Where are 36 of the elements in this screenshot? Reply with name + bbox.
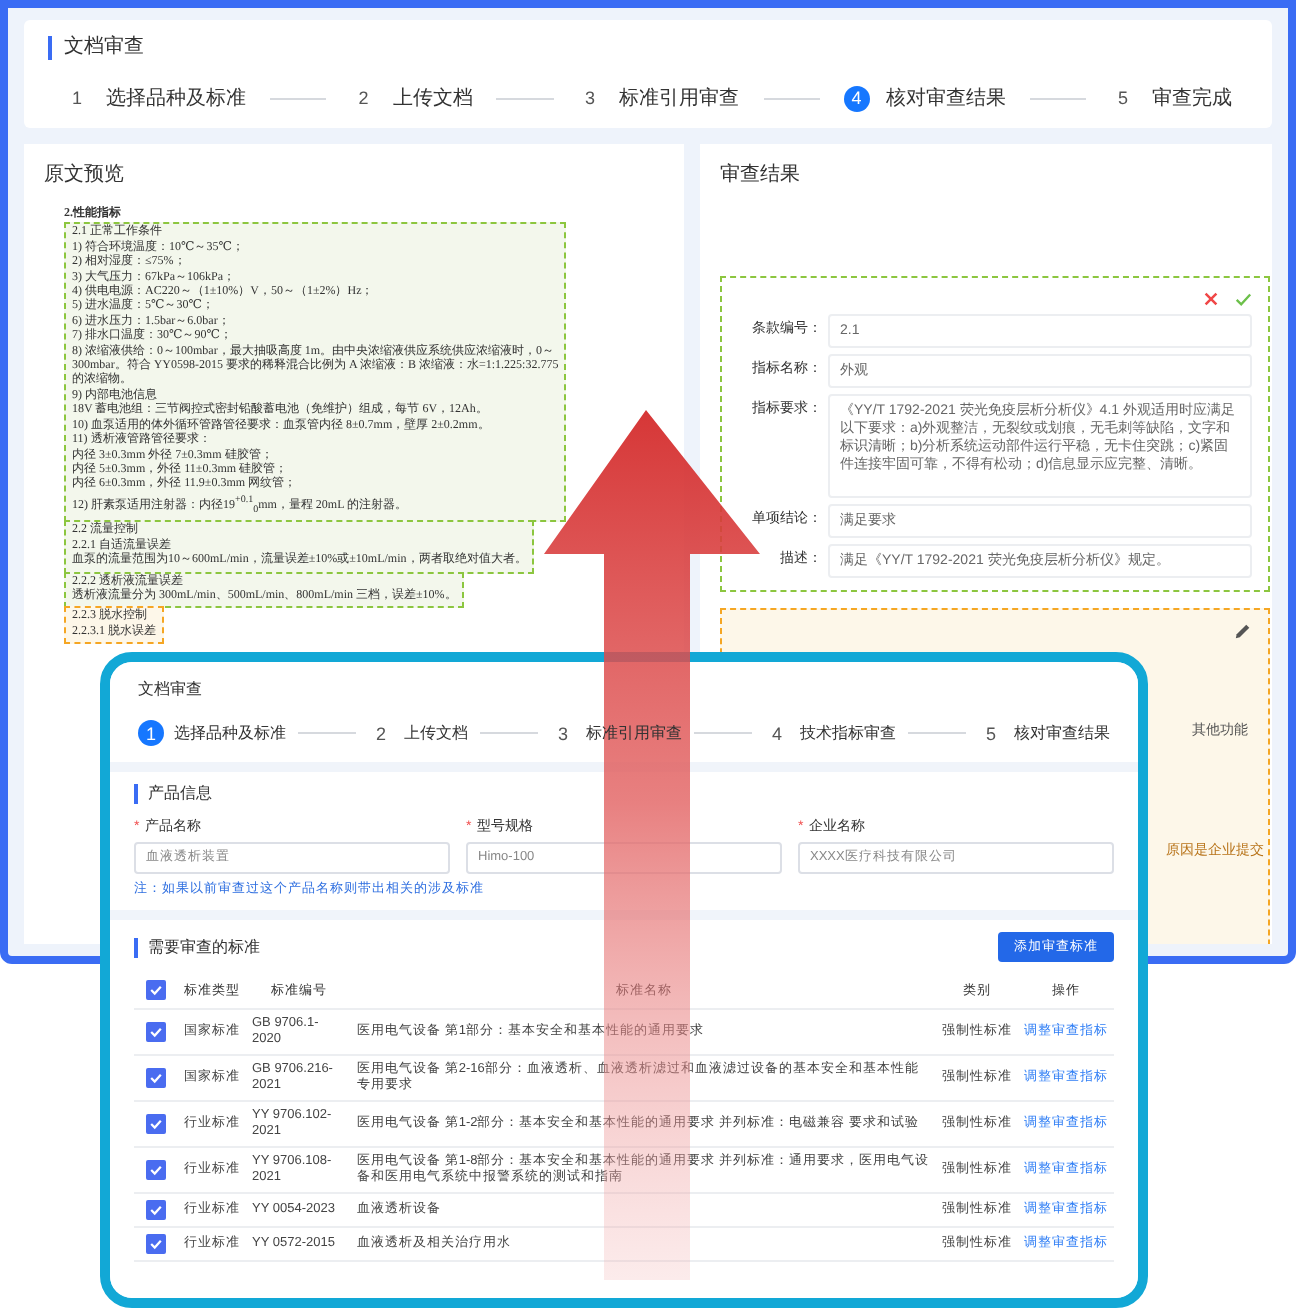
step-item[interactable]: 1 选择品种及标准	[138, 720, 286, 746]
step-item[interactable]: 2 上传文档	[368, 720, 468, 746]
step-label: 核对审查结果	[885, 85, 1006, 112]
check-icon[interactable]	[1234, 290, 1252, 308]
step-item[interactable]: 4 技术指标审查	[764, 720, 896, 746]
page-title: 文档审查	[138, 678, 204, 700]
panel-title: 原文预览	[44, 161, 126, 188]
page-title: 文档审查	[48, 36, 1248, 60]
step-label: 技术指标审查	[800, 722, 896, 744]
checkbox[interactable]	[146, 980, 166, 1000]
step-label: 上传文档	[392, 85, 473, 112]
checkbox[interactable]	[146, 1114, 166, 1134]
step-item[interactable]: 2 上传文档	[350, 84, 473, 112]
panel-title: 审查结果	[720, 161, 802, 188]
step-label: 选择品种及标准	[106, 85, 246, 112]
step-label: 核对审查结果	[1014, 722, 1110, 744]
step-item[interactable]: 5 核对审查结果	[978, 720, 1110, 746]
step-label: 上传文档	[404, 722, 468, 744]
highlight-box[interactable]	[64, 222, 567, 523]
step-label: 选择品种及标准	[174, 722, 286, 744]
checkbox[interactable]	[146, 1160, 166, 1180]
step-item[interactable]: 4 核对审查结果	[843, 84, 1006, 112]
step-item[interactable]: 3 标准引用审查	[577, 84, 739, 112]
checkbox[interactable]	[146, 1234, 166, 1254]
step-number: 1	[138, 720, 164, 746]
checkbox[interactable]	[146, 1200, 166, 1220]
step-item[interactable]: 1 选择品种及标准	[64, 84, 246, 112]
step-label: 审查完成	[1152, 85, 1232, 112]
checkbox[interactable]	[146, 1068, 166, 1088]
section-title: 需要审查的标准	[134, 937, 260, 957]
step-item[interactable]: 5 审查完成	[1110, 84, 1232, 112]
checkbox[interactable]	[146, 1022, 166, 1042]
close-icon[interactable]	[1202, 290, 1220, 308]
step-label: 标准引用审查	[619, 85, 739, 112]
step-number: 4	[843, 85, 870, 111]
pencil-icon[interactable]	[1234, 622, 1252, 640]
